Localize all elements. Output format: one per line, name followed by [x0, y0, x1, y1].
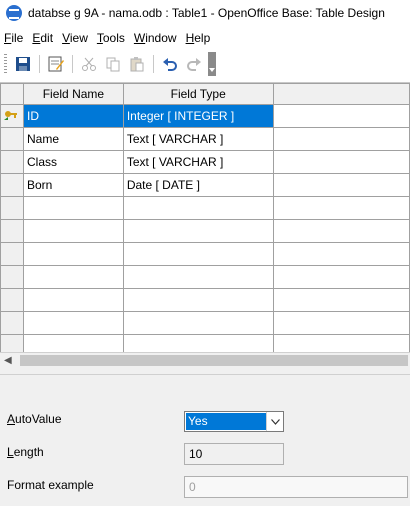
description-cell[interactable] — [272, 104, 410, 128]
field-type-cell[interactable] — [122, 288, 274, 312]
field-type-cell[interactable] — [122, 219, 274, 243]
field-type-cell[interactable]: Integer [ INTEGER ] — [122, 104, 274, 128]
toolbar-separator — [39, 55, 40, 73]
toolbar-overflow-chevron-icon[interactable] — [208, 52, 216, 76]
table-row[interactable]: ID Integer [ INTEGER ] — [0, 104, 410, 128]
table-row[interactable] — [0, 288, 410, 312]
row-header[interactable] — [0, 288, 24, 312]
description-cell[interactable] — [272, 173, 410, 197]
toolbar-grip[interactable] — [4, 54, 7, 74]
description-cell[interactable] — [272, 219, 410, 243]
table-row[interactable]: Class Text [ VARCHAR ] — [0, 150, 410, 174]
field-type-cell[interactable] — [122, 242, 274, 266]
field-name-cell[interactable]: Class — [22, 150, 124, 174]
description-cell[interactable] — [272, 127, 410, 151]
row-header[interactable] — [0, 265, 24, 289]
menu-file[interactable]: File — [0, 31, 28, 45]
format-example-label: Format example — [7, 478, 94, 492]
field-name-cell[interactable] — [22, 219, 124, 243]
standard-toolbar — [0, 50, 410, 78]
column-header-field-name[interactable]: Field Name — [22, 83, 124, 105]
row-header[interactable] — [0, 242, 24, 266]
field-name-cell[interactable] — [22, 288, 124, 312]
undo-icon[interactable] — [159, 53, 181, 75]
table-design-grid: Field Name Field Type ID Integer [ INTEG… — [0, 82, 410, 358]
scrollbar-thumb[interactable] — [20, 355, 408, 366]
description-cell[interactable] — [272, 311, 410, 335]
field-name-cell[interactable]: ID — [22, 104, 124, 128]
field-name-cell[interactable]: Name — [22, 127, 124, 151]
autovalue-label: AutoValue — [7, 412, 62, 426]
menu-bar: File Edit View Tools Window Help — [0, 28, 410, 48]
row-header[interactable] — [0, 150, 24, 174]
copy-icon[interactable] — [102, 53, 124, 75]
table-row[interactable] — [0, 311, 410, 335]
column-header-field-type[interactable]: Field Type — [122, 83, 274, 105]
field-type-cell[interactable]: Text [ VARCHAR ] — [122, 150, 274, 174]
row-header[interactable] — [0, 196, 24, 220]
redo-icon[interactable] — [183, 53, 205, 75]
autovalue-select[interactable]: Yes — [184, 411, 284, 432]
field-type-cell[interactable]: Text [ VARCHAR ] — [122, 127, 274, 151]
menu-view[interactable]: View — [58, 31, 93, 45]
row-header[interactable] — [0, 127, 24, 151]
length-label: Length — [7, 445, 44, 459]
field-name-cell[interactable] — [22, 196, 124, 220]
column-header-description[interactable] — [272, 83, 410, 105]
menu-tools[interactable]: Tools — [93, 31, 130, 45]
field-table: Field Name Field Type ID Integer [ INTEG… — [0, 83, 410, 358]
table-row[interactable] — [0, 219, 410, 243]
openoffice-base-icon — [6, 5, 22, 21]
horizontal-scrollbar[interactable]: ◀ — [0, 352, 410, 368]
field-type-cell[interactable] — [122, 311, 274, 335]
table-row[interactable]: Born Date [ DATE ] — [0, 173, 410, 197]
panel-divider — [0, 374, 410, 375]
toolbar-separator — [153, 55, 154, 73]
field-name-cell[interactable] — [22, 265, 124, 289]
field-name-cell[interactable]: Born — [22, 173, 124, 197]
scroll-left-arrow-icon[interactable]: ◀ — [4, 355, 12, 366]
field-type-cell[interactable]: Date [ DATE ] — [122, 173, 274, 197]
field-properties-panel: AutoValue Yes Length 10 Format example 0 — [0, 368, 410, 506]
menu-help[interactable]: Help — [182, 31, 216, 45]
description-cell[interactable] — [272, 150, 410, 174]
field-type-cell[interactable] — [122, 265, 274, 289]
toolbar-separator — [72, 55, 73, 73]
table-row[interactable] — [0, 196, 410, 220]
format-example-field: 0 — [184, 476, 408, 498]
row-header[interactable] — [0, 173, 24, 197]
autovalue-selected-value: Yes — [186, 413, 266, 430]
chevron-down-icon[interactable] — [266, 412, 283, 431]
description-cell[interactable] — [272, 242, 410, 266]
table-row[interactable]: Name Text [ VARCHAR ] — [0, 127, 410, 151]
row-header[interactable] — [0, 311, 24, 335]
primary-key-icon — [4, 110, 18, 124]
field-name-cell[interactable] — [22, 242, 124, 266]
header-row: Field Name Field Type — [0, 83, 410, 105]
description-cell[interactable] — [272, 265, 410, 289]
length-field[interactable]: 10 — [184, 443, 284, 465]
field-type-cell[interactable] — [122, 196, 274, 220]
cut-icon[interactable] — [78, 53, 100, 75]
title-bar: databse g 9A - nama.odb : Table1 - OpenO… — [0, 0, 410, 26]
table-row[interactable] — [0, 265, 410, 289]
corner-cell[interactable] — [0, 83, 24, 105]
table-row[interactable] — [0, 242, 410, 266]
row-header[interactable] — [0, 219, 24, 243]
edit-mode-icon[interactable] — [45, 53, 67, 75]
description-cell[interactable] — [272, 196, 410, 220]
paste-icon[interactable] — [126, 53, 148, 75]
save-icon[interactable] — [12, 53, 34, 75]
menu-window[interactable]: Window — [130, 31, 182, 45]
window-title: databse g 9A - nama.odb : Table1 - OpenO… — [28, 6, 385, 20]
description-cell[interactable] — [272, 288, 410, 312]
field-name-cell[interactable] — [22, 311, 124, 335]
menu-edit[interactable]: Edit — [28, 31, 58, 45]
row-header[interactable] — [0, 104, 24, 128]
